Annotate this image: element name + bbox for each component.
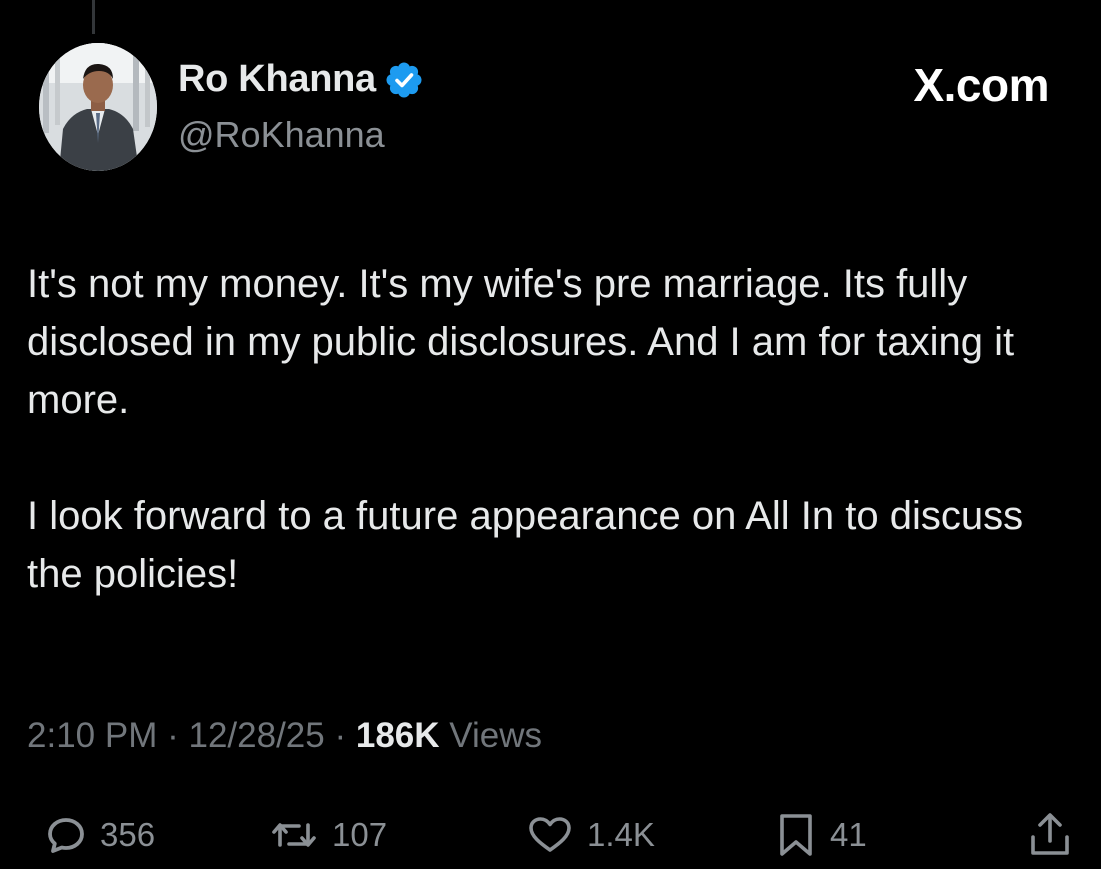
share-upload-icon [1028,811,1072,859]
meta-separator: · [334,716,347,755]
speech-bubble-icon [46,815,86,855]
views-count: 186K [355,716,440,755]
like-button[interactable]: 1.4K [527,805,655,865]
repost-count: 107 [332,816,388,853]
heart-icon [527,815,573,855]
thread-connector-line [92,0,95,34]
author-display-name[interactable]: Ro Khanna [178,58,376,101]
tweet-meta: 2:10 PM · 12/28/25 · 186K Views [27,716,542,756]
tweet-paragraph-2: I look forward to a future appearance on… [27,494,1024,596]
verified-badge-shape [386,62,422,97]
action-bar: 356 107 1.4K 41 [0,805,1101,865]
author-handle[interactable]: @RoKhanna [178,114,385,156]
verified-badge-icon [384,60,424,100]
bookmark-button[interactable]: 41 [776,805,867,865]
tweet-time[interactable]: 2:10 PM [27,716,157,755]
avatar[interactable] [39,43,157,171]
author-name-row: Ro Khanna [178,58,424,101]
tweet-text: It's not my money. It's my wife's pre ma… [27,255,1087,603]
x-brand-logo: X.com [913,59,1049,111]
avatar-photo [39,43,157,171]
share-button[interactable] [1028,805,1072,865]
meta-separator: · [167,716,179,755]
like-count: 1.4K [587,816,655,853]
repost-button[interactable]: 107 [270,805,387,865]
bookmark-count: 41 [830,816,867,853]
tweet-paragraph-1: It's not my money. It's my wife's pre ma… [27,262,1015,422]
repost-arrows-icon [270,815,318,855]
reply-button[interactable]: 356 [46,805,155,865]
views-label: Views [449,716,542,755]
bookmark-icon [776,812,816,858]
reply-count: 356 [100,816,156,853]
tweet-date[interactable]: 12/28/25 [188,716,324,755]
